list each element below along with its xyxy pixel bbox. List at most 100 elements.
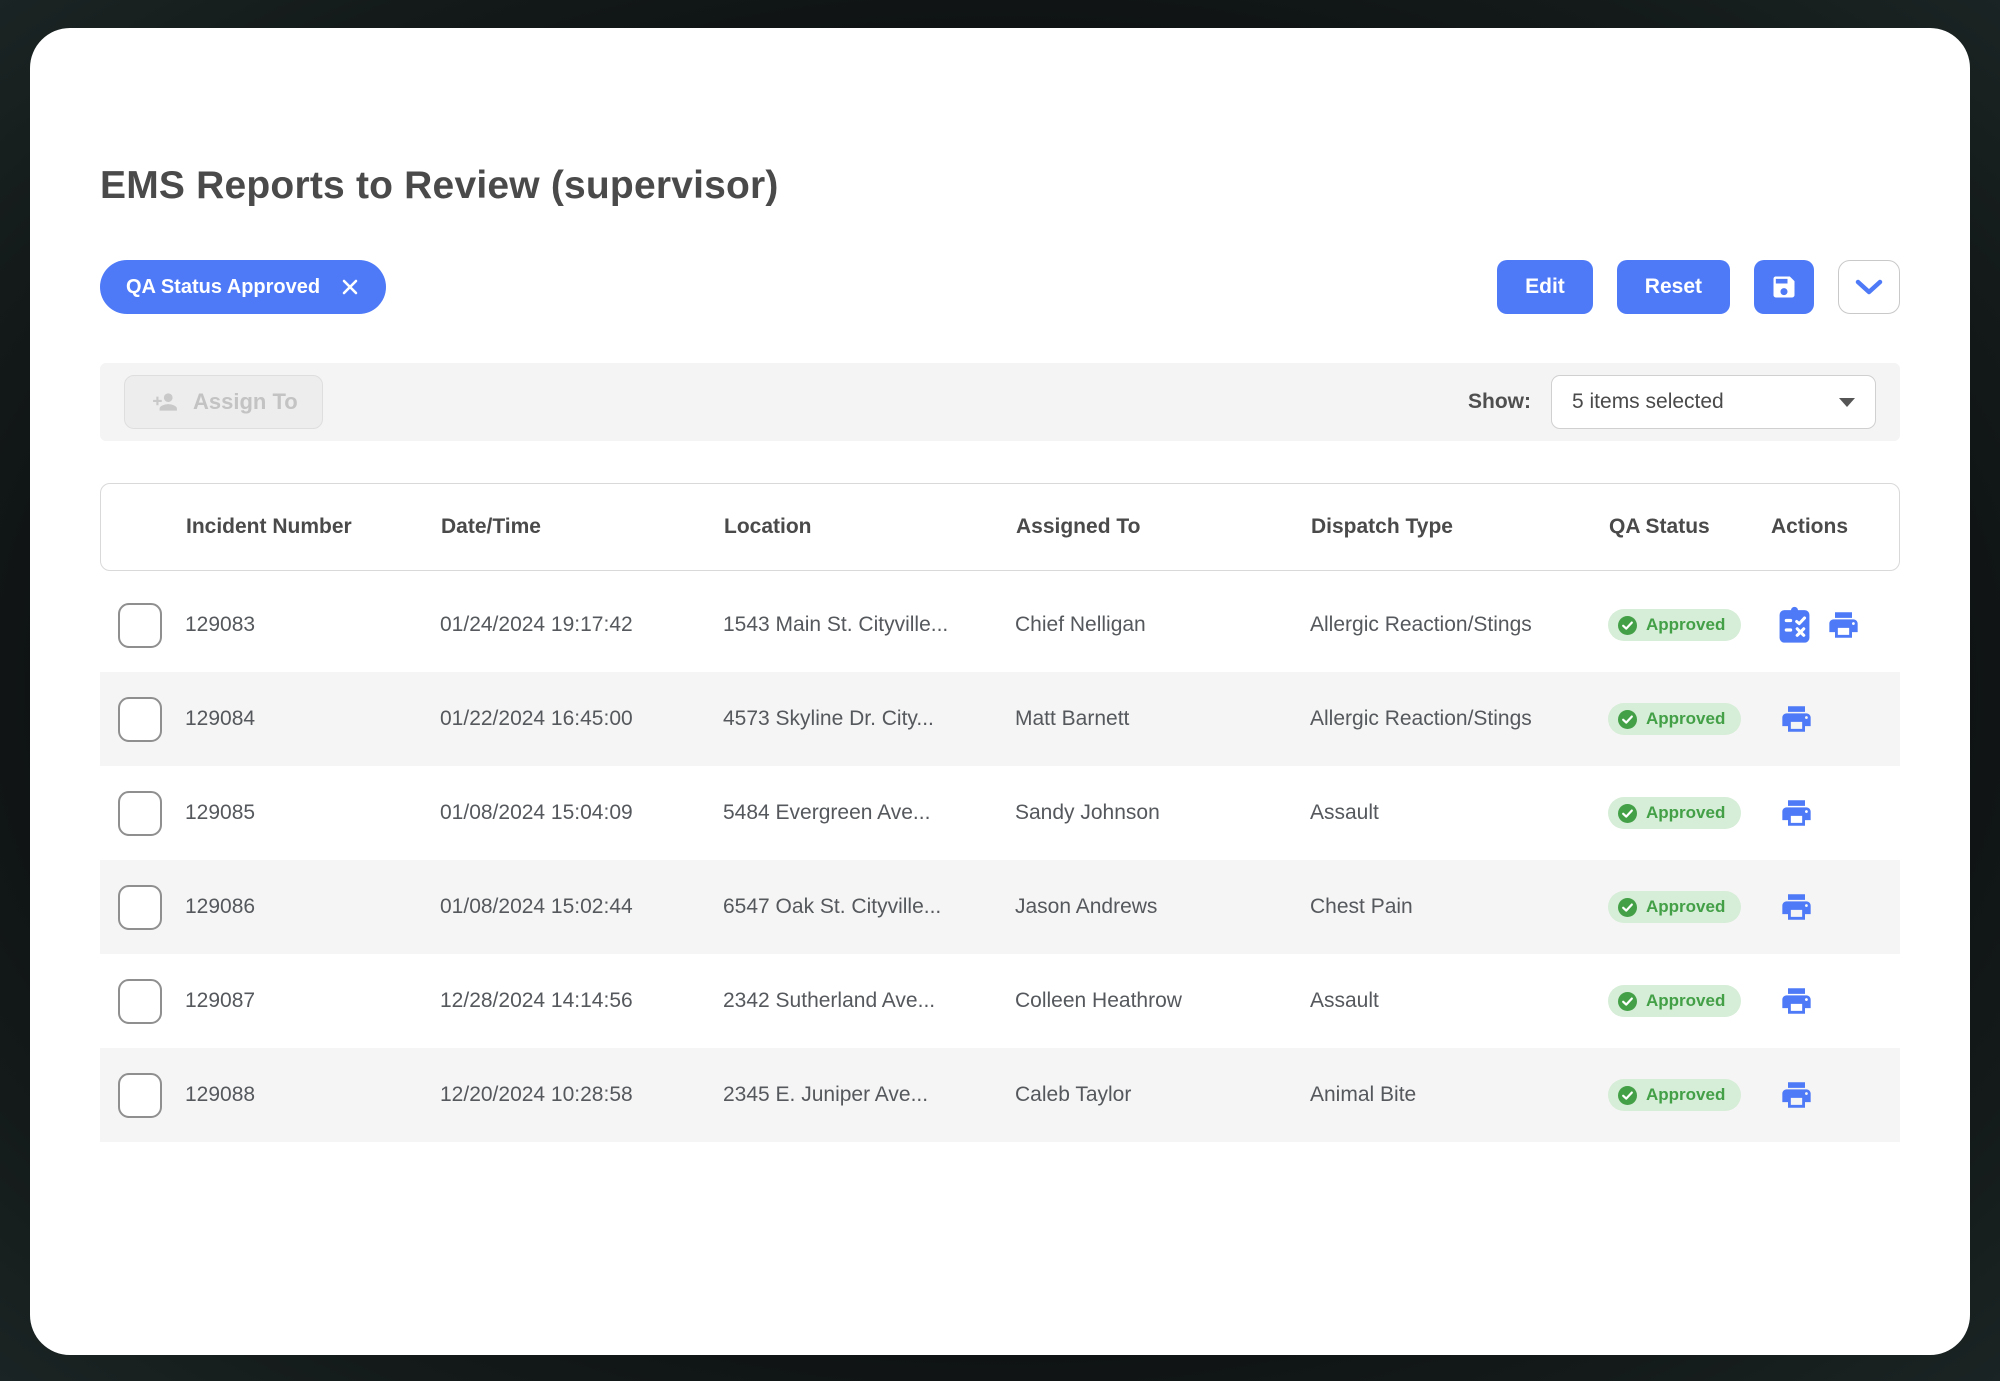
print-icon[interactable]	[1778, 702, 1815, 736]
checkbox-cell	[100, 885, 185, 930]
col-qa-status: QA Status	[1609, 515, 1771, 539]
row-actions-cell	[1770, 606, 1900, 644]
clipboard-review-icon[interactable]	[1778, 606, 1811, 644]
table-row: 129088 12/20/2024 10:28:58 2345 E. Junip…	[100, 1048, 1900, 1142]
col-actions: Actions	[1771, 515, 1899, 539]
location-cell: 4573 Skyline Dr. City...	[723, 707, 1015, 731]
checkbox-cell	[100, 791, 185, 836]
dispatch-type-cell: Chest Pain	[1310, 895, 1608, 919]
row-checkbox[interactable]	[118, 697, 162, 742]
row-checkbox[interactable]	[118, 885, 162, 930]
person-add-icon	[149, 389, 181, 415]
incident-number-cell: 129084	[185, 707, 440, 731]
dispatch-type-cell: Assault	[1310, 989, 1608, 1013]
checkbox-cell	[100, 603, 185, 648]
col-incident-number: Incident Number	[186, 515, 441, 539]
status-badge-label: Approved	[1646, 991, 1725, 1011]
qa-status-cell: Approved	[1608, 609, 1770, 641]
status-badge-label: Approved	[1646, 709, 1725, 729]
row-checkbox[interactable]	[118, 791, 162, 836]
filter-chip-qa-status[interactable]: QA Status Approved	[100, 260, 386, 314]
expand-button[interactable]	[1838, 260, 1900, 314]
page-title: EMS Reports to Review (supervisor)	[100, 164, 1900, 208]
print-icon[interactable]	[1825, 608, 1862, 642]
status-badge-label: Approved	[1646, 1085, 1725, 1105]
row-checkbox[interactable]	[118, 979, 162, 1024]
close-icon[interactable]	[340, 277, 360, 297]
check-circle-icon	[1618, 710, 1637, 729]
table-row: 129083 01/24/2024 19:17:42 1543 Main St.…	[100, 578, 1900, 672]
status-badge: Approved	[1608, 891, 1741, 923]
row-checkbox[interactable]	[118, 603, 162, 648]
check-circle-icon	[1618, 992, 1637, 1011]
row-actions-cell	[1770, 1078, 1900, 1112]
caret-down-icon	[1839, 398, 1855, 407]
status-badge: Approved	[1608, 703, 1741, 735]
location-cell: 2342 Sutherland Ave...	[723, 989, 1015, 1013]
dispatch-type-cell: Allergic Reaction/Stings	[1310, 707, 1608, 731]
table-header: Incident Number Date/Time Location Assig…	[100, 483, 1900, 571]
datetime-cell: 01/08/2024 15:04:09	[440, 801, 723, 825]
save-button[interactable]	[1754, 260, 1814, 314]
table-row: 129085 01/08/2024 15:04:09 5484 Evergree…	[100, 766, 1900, 860]
edit-button[interactable]: Edit	[1497, 260, 1593, 314]
assigned-to-cell: Colleen Heathrow	[1015, 989, 1310, 1013]
dispatch-type-cell: Allergic Reaction/Stings	[1310, 613, 1608, 637]
datetime-cell: 01/22/2024 16:45:00	[440, 707, 723, 731]
filter-chip-label: QA Status Approved	[126, 276, 320, 299]
row-actions-cell	[1770, 796, 1900, 830]
row-checkbox[interactable]	[118, 1073, 162, 1118]
check-circle-icon	[1618, 898, 1637, 917]
location-cell: 5484 Evergreen Ave...	[723, 801, 1015, 825]
qa-status-cell: Approved	[1608, 985, 1770, 1017]
dispatch-type-cell: Assault	[1310, 801, 1608, 825]
assigned-to-cell: Jason Andrews	[1015, 895, 1310, 919]
chevron-down-icon	[1854, 277, 1884, 297]
datetime-cell: 01/08/2024 15:02:44	[440, 895, 723, 919]
show-group: Show: 5 items selected	[1468, 375, 1876, 429]
print-icon[interactable]	[1778, 890, 1815, 924]
status-badge: Approved	[1608, 1079, 1741, 1111]
check-circle-icon	[1618, 616, 1637, 635]
location-cell: 6547 Oak St. Cityville...	[723, 895, 1015, 919]
status-badge: Approved	[1608, 985, 1741, 1017]
show-select-value: 5 items selected	[1572, 390, 1724, 414]
print-icon[interactable]	[1778, 796, 1815, 830]
dispatch-type-cell: Animal Bite	[1310, 1083, 1608, 1107]
show-label: Show:	[1468, 390, 1531, 414]
col-location: Location	[724, 515, 1016, 539]
header-actions: Edit Reset	[1497, 260, 1900, 314]
datetime-cell: 01/24/2024 19:17:42	[440, 613, 723, 637]
assign-to-label: Assign To	[193, 389, 298, 415]
qa-status-cell: Approved	[1608, 1079, 1770, 1111]
col-assigned-to: Assigned To	[1016, 515, 1311, 539]
assigned-to-cell: Matt Barnett	[1015, 707, 1310, 731]
status-badge-label: Approved	[1646, 803, 1725, 823]
status-badge: Approved	[1608, 609, 1741, 641]
qa-status-cell: Approved	[1608, 703, 1770, 735]
qa-status-cell: Approved	[1608, 891, 1770, 923]
row-actions-cell	[1770, 984, 1900, 1018]
incident-number-cell: 129083	[185, 613, 440, 637]
reset-button[interactable]: Reset	[1617, 260, 1730, 314]
table-row: 129084 01/22/2024 16:45:00 4573 Skyline …	[100, 672, 1900, 766]
status-badge: Approved	[1608, 797, 1741, 829]
assigned-to-cell: Sandy Johnson	[1015, 801, 1310, 825]
incident-number-cell: 129086	[185, 895, 440, 919]
checkbox-cell	[100, 979, 185, 1024]
show-select[interactable]: 5 items selected	[1551, 375, 1876, 429]
incident-number-cell: 129088	[185, 1083, 440, 1107]
check-circle-icon	[1618, 1086, 1637, 1105]
row-actions-cell	[1770, 890, 1900, 924]
assign-to-button[interactable]: Assign To	[124, 375, 323, 429]
datetime-cell: 12/20/2024 10:28:58	[440, 1083, 723, 1107]
page-background: EMS Reports to Review (supervisor) QA St…	[0, 0, 2000, 1381]
status-badge-label: Approved	[1646, 615, 1725, 635]
col-dispatch-type: Dispatch Type	[1311, 515, 1609, 539]
assigned-to-cell: Chief Nelligan	[1015, 613, 1310, 637]
incident-number-cell: 129087	[185, 989, 440, 1013]
print-icon[interactable]	[1778, 1078, 1815, 1112]
checkbox-cell	[100, 697, 185, 742]
table-row: 129086 01/08/2024 15:02:44 6547 Oak St. …	[100, 860, 1900, 954]
print-icon[interactable]	[1778, 984, 1815, 1018]
